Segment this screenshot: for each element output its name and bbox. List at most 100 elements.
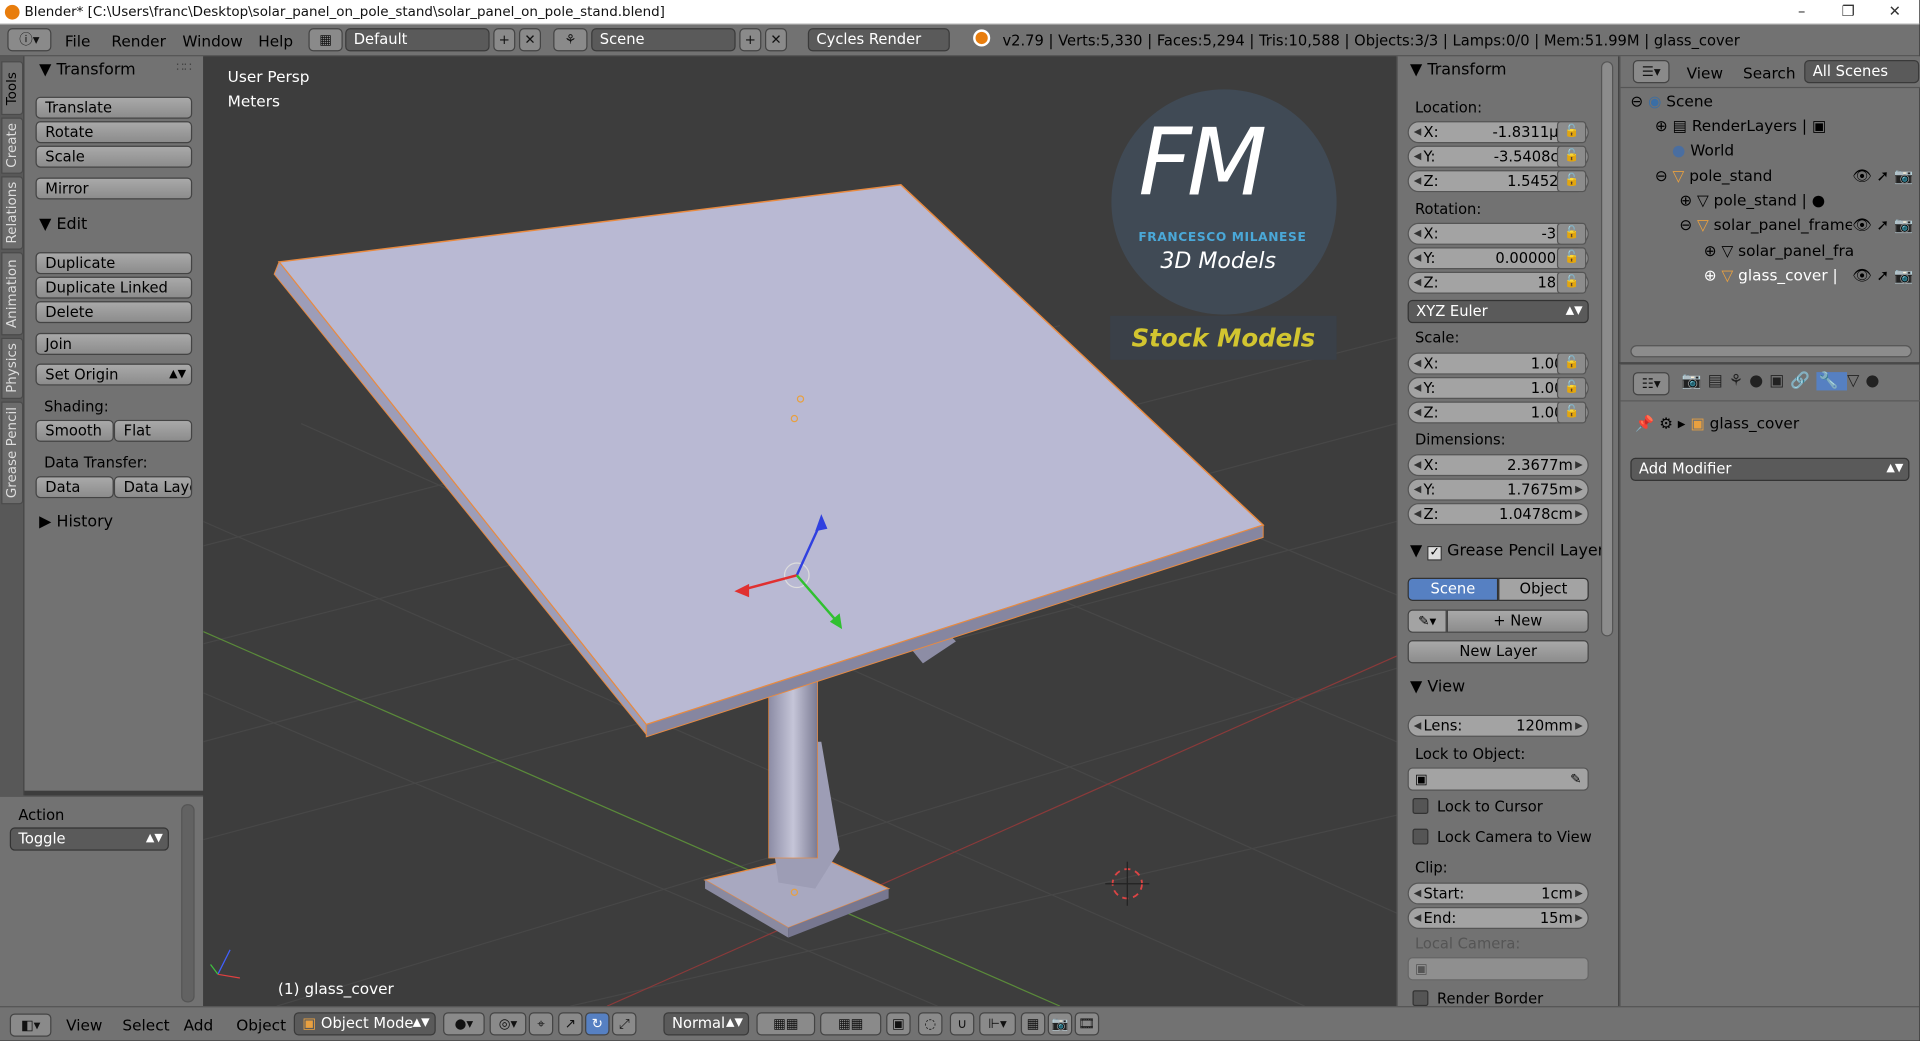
remove-layout-icon[interactable]: ✕ (518, 28, 542, 52)
layers-grid-icon[interactable]: ▦▦ (756, 1012, 816, 1036)
lock-camera-checkbox[interactable] (1412, 828, 1429, 845)
outliner-row-solar-panel-frame[interactable]: ⊖ ▽ solar_panel_frame 👁 ➚ 📷 (1621, 212, 1920, 238)
lock-icon[interactable]: 🔓 (1556, 170, 1587, 193)
proportional-edit-icon[interactable]: ◌ (918, 1012, 943, 1036)
gp-object-toggle[interactable]: Object (1498, 577, 1589, 601)
rotate-button[interactable]: Rotate (35, 121, 193, 144)
outliner-menu-view[interactable]: View (1687, 64, 1723, 82)
transform-orientation-select[interactable]: Normal ▲▼ (663, 1012, 750, 1036)
properties-editor-icon[interactable]: ☷▾ (1632, 372, 1670, 396)
close-button[interactable]: ✕ (1870, 0, 1919, 23)
action-select[interactable]: Toggle ▲▼ (9, 827, 169, 851)
eyedropper-icon[interactable]: ✎ (1570, 769, 1581, 790)
outliner-hscrollbar[interactable] (1630, 345, 1912, 358)
menu-render[interactable]: Render (111, 32, 165, 50)
menu-select[interactable]: Select (122, 1016, 169, 1034)
maximize-button[interactable]: ❐ (1824, 0, 1873, 23)
render-animation-icon[interactable]: 🎞 (1074, 1012, 1100, 1036)
scene-field[interactable]: Scene (591, 28, 736, 52)
delete-button[interactable]: Delete (35, 301, 193, 324)
menu-add[interactable]: Add (184, 1016, 214, 1034)
outliner-row-solar-panel-fra[interactable]: ⊕ ▽ solar_panel_fra (1621, 239, 1920, 263)
lock-cursor-checkbox[interactable] (1412, 798, 1429, 814)
tab-physics[interactable]: Physics (1, 337, 24, 400)
pole-column[interactable] (768, 674, 818, 859)
layout-field[interactable]: Default (345, 28, 490, 52)
3d-cursor-icon[interactable] (1105, 861, 1150, 906)
outliner-editor-icon[interactable]: ☰▾ (1632, 59, 1670, 84)
tab-animation[interactable]: Animation (1, 252, 24, 336)
minimize-button[interactable]: – (1777, 0, 1826, 23)
properties-scrollbar[interactable] (1600, 61, 1614, 637)
render-camera-icon[interactable]: 📷 (1047, 1012, 1073, 1036)
edit-panel-header[interactable]: ▼ Edit (39, 213, 87, 237)
render-border-checkbox[interactable] (1412, 990, 1429, 1007)
data-button[interactable]: Data (35, 476, 114, 499)
history-panel-header[interactable]: ▶ History (39, 510, 113, 534)
viewport-shading-icon[interactable]: ●▾ (443, 1012, 485, 1036)
grease-pencil-panel-header[interactable]: ▼ ✓ Grease Pencil Layer (1410, 540, 1604, 564)
outliner-row-glass-cover[interactable]: ⊕ ▽ glass_cover | 👁 ➚ 📷 (1621, 263, 1920, 287)
outliner-row-scene[interactable]: ⊖ ◉ Scene (1621, 89, 1920, 113)
duplicate-button[interactable]: Duplicate (35, 252, 193, 275)
add-layout-icon[interactable]: + (493, 28, 516, 52)
outliner-row-pole-stand[interactable]: ⊖ ▽ pole_stand 👁 ➚ 📷 (1621, 164, 1920, 188)
lock-icon[interactable]: 🔓 (1556, 247, 1587, 270)
duplicate-linked-button[interactable]: Duplicate Linked (35, 276, 193, 299)
add-scene-icon[interactable]: + (739, 28, 762, 52)
gp-new-button[interactable]: + New (1446, 609, 1589, 633)
mirror-button[interactable]: Mirror (35, 177, 193, 200)
view-panel-header[interactable]: ▼ View (1410, 676, 1465, 700)
flat-button[interactable]: Flat (113, 419, 193, 442)
menu-object[interactable]: Object (236, 1016, 286, 1034)
outliner-row-renderlayers[interactable]: ⊕ ▤ RenderLayers | ▣ (1621, 114, 1920, 138)
mode-select[interactable]: ▣ Object Mode ▲▼ (293, 1012, 436, 1036)
translate-button[interactable]: Translate (35, 96, 193, 119)
set-origin-select[interactable]: Set Origin ▲▼ (35, 363, 193, 386)
gp-new-layer-button[interactable]: New Layer (1407, 640, 1589, 664)
lock-icon[interactable]: 🔓 (1556, 352, 1587, 375)
scene-icon[interactable]: ⚘ (553, 28, 588, 52)
lock-icon[interactable]: 🔓 (1556, 222, 1587, 245)
smooth-button[interactable]: Smooth (35, 419, 114, 442)
manipulator-toggle-icon[interactable]: ⌖ (528, 1012, 554, 1036)
tab-create[interactable]: Create (1, 117, 24, 174)
add-modifier-select[interactable]: Add Modifier ▲▼ (1630, 457, 1910, 482)
data-layout-button[interactable]: Data Layo (113, 476, 193, 499)
dimensions-x-field[interactable]: ◀ X: 2.3677m ▶ (1407, 454, 1589, 477)
menu-window[interactable]: Window (182, 32, 242, 50)
snap-element-icon[interactable]: ⊩▾ (979, 1012, 1016, 1036)
rotation-mode-select[interactable]: XYZ Euler ▲▼ (1407, 299, 1589, 324)
pin-icon[interactable]: 📌 (1635, 414, 1654, 432)
view3d-editor-icon[interactable]: ◧▾ (9, 1013, 52, 1037)
render-engine-select[interactable]: Cycles Render (807, 28, 950, 52)
translate-manipulator-icon[interactable]: ↗ (558, 1012, 583, 1036)
transform-panel-header[interactable]: ▼ Transform (39, 59, 135, 83)
outliner-row-world[interactable]: ● World (1621, 138, 1920, 162)
pivot-point-icon[interactable]: ◎▾ (489, 1012, 527, 1036)
menu-file[interactable]: File (65, 32, 91, 50)
layers-grid-icon-2[interactable]: ▦▦ (820, 1012, 882, 1036)
properties-context-tabs[interactable]: 📷▤⚘●▣🔗 🔧 ▽● (1682, 372, 1886, 391)
local-camera-field[interactable]: ▣ (1407, 957, 1589, 981)
scale-button[interactable]: Scale (35, 145, 193, 168)
dimensions-y-field[interactable]: ◀ Y: 1.7675m ▶ (1407, 478, 1589, 501)
lock-icon[interactable]: 🔓 (1556, 376, 1587, 400)
lock-icon[interactable]: 🔓 (1556, 401, 1587, 424)
gp-scene-toggle[interactable]: Scene (1407, 577, 1499, 601)
lock-object-field[interactable]: ▣ ✎ (1407, 767, 1589, 791)
tab-tools[interactable]: Tools (1, 61, 24, 116)
screen-layout-icon[interactable]: ▦ (308, 28, 343, 52)
clip-start-field[interactable]: ◀ Start: 1cm ▶ (1407, 882, 1589, 905)
lock-icon[interactable]: 🔓 (1556, 121, 1587, 144)
modifiers-tab-icon[interactable]: 🔧 (1816, 372, 1848, 391)
outliner-menu-search[interactable]: Search (1743, 64, 1796, 82)
3d-viewport[interactable]: User Persp Meters (1) glass_cover FM FRA… (203, 56, 1397, 1007)
menu-view[interactable]: View (66, 1016, 102, 1034)
editor-type-info-icon[interactable]: ⓘ▾ (7, 28, 52, 52)
rotate-manipulator-icon[interactable]: ↻ (585, 1012, 610, 1036)
tab-relations[interactable]: Relations (1, 176, 24, 250)
tab-grease-pencil[interactable]: Grease Pencil (1, 401, 24, 505)
n-transform-header[interactable]: ▼ Transform (1410, 59, 1506, 83)
drag-handle-icon[interactable]: ∷∷ (176, 61, 192, 74)
